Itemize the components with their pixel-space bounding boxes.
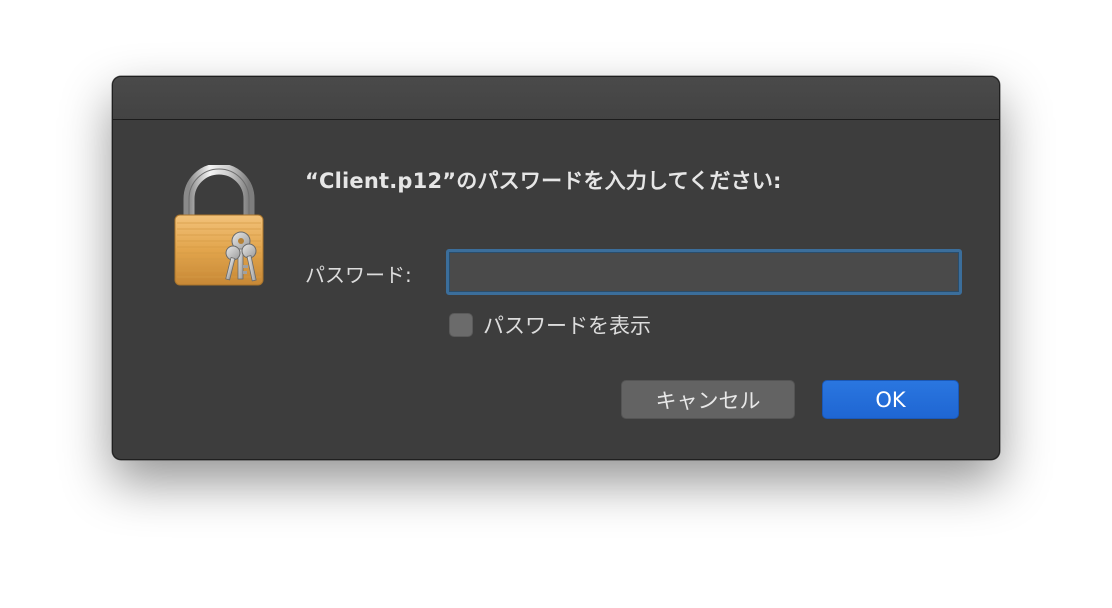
- show-password-label[interactable]: パスワードを表示: [483, 310, 651, 340]
- ok-button[interactable]: OK: [822, 380, 959, 419]
- password-dialog: “Client.p12”のパスワードを入力してください: パスワード: パスワー…: [112, 76, 1000, 460]
- show-password-checkbox[interactable]: [449, 313, 473, 337]
- password-field[interactable]: [446, 249, 962, 295]
- password-label: パスワード:: [305, 263, 412, 287]
- cancel-button[interactable]: キャンセル: [621, 380, 795, 419]
- show-password-toggle[interactable]: パスワードを表示: [449, 311, 651, 339]
- keychain-lock-icon: [174, 165, 264, 286]
- title-bar[interactable]: [113, 77, 999, 120]
- dialog-prompt: “Client.p12”のパスワードを入力してください:: [305, 169, 782, 193]
